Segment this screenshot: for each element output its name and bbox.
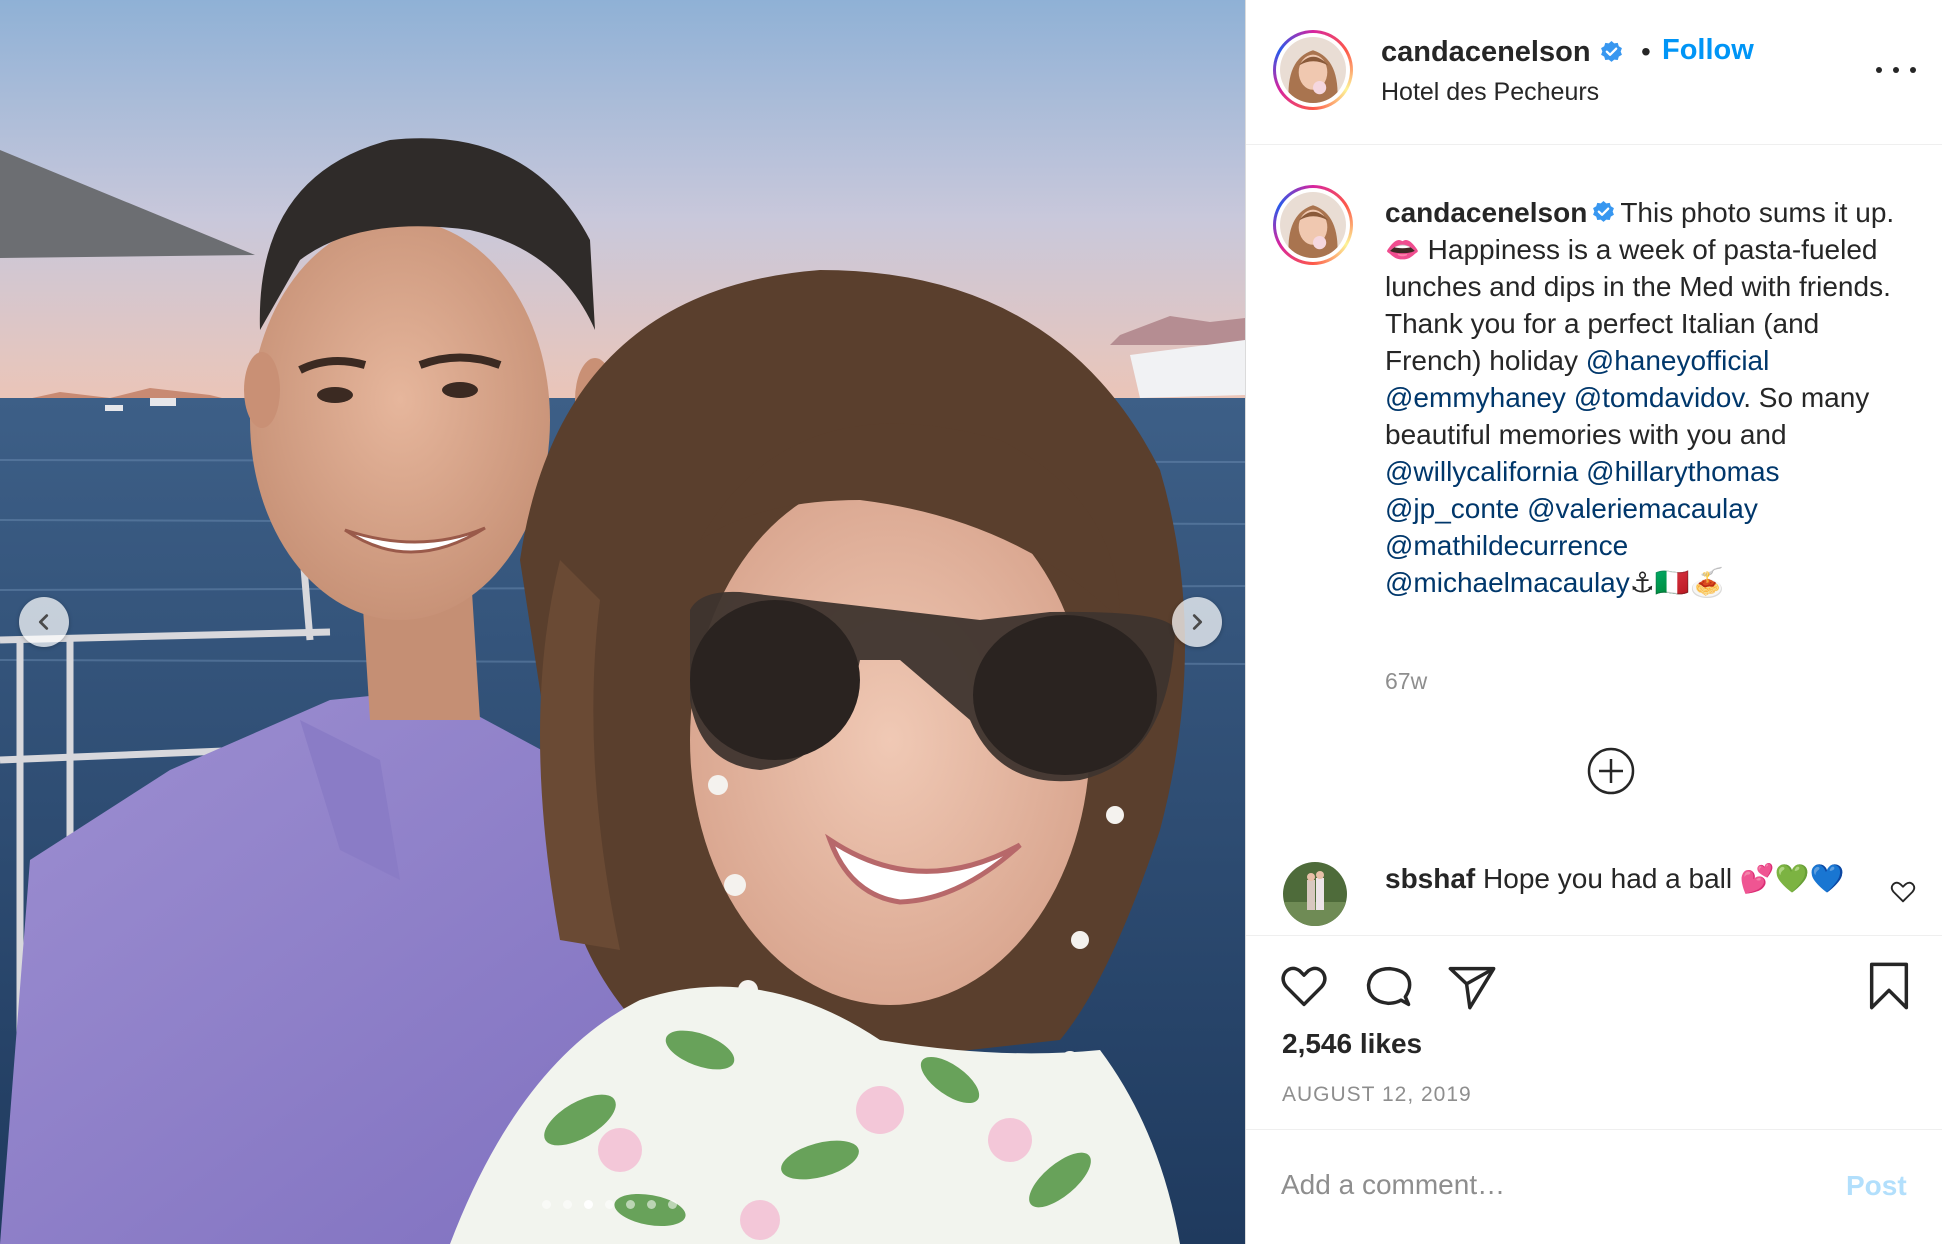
post-caption: candacenelson This photo sums it up. 👄 H…: [1385, 194, 1905, 601]
comment: sbshaf Hope you had a ball 💕💚💙: [1385, 862, 1844, 895]
likes-count[interactable]: 2,546 likes: [1282, 1028, 1422, 1060]
commenter-username[interactable]: sbshaf: [1385, 863, 1475, 894]
like-button[interactable]: [1278, 960, 1330, 1012]
comment-input[interactable]: [1281, 1160, 1801, 1210]
share-button[interactable]: [1446, 960, 1498, 1012]
post-media[interactable]: [0, 0, 1245, 1244]
separator-dot: •: [1641, 36, 1651, 67]
comment-button[interactable]: [1362, 960, 1414, 1012]
comment-text: Hope you had a ball 💕💚💙: [1483, 863, 1845, 894]
author-avatar[interactable]: [1273, 30, 1353, 110]
carousel-prev-button[interactable]: [19, 597, 69, 647]
carousel-dot: [668, 1200, 677, 1209]
mention-link[interactable]: @mathildecurrence: [1385, 530, 1628, 561]
post-header: candacenelson • Follow Hotel des Pecheur…: [1246, 0, 1942, 145]
verified-badge-icon: [1593, 201, 1615, 222]
post-actions: 2,546 likes AUGUST 12, 2019: [1246, 935, 1942, 1129]
carousel-dot-active: [584, 1200, 593, 1209]
chevron-right-icon: [1192, 614, 1203, 630]
mention-link[interactable]: @valeriemacaulay: [1527, 493, 1758, 524]
mention-link[interactable]: @haneyofficial: [1586, 345, 1770, 376]
caption-emoji: 👄: [1385, 234, 1420, 265]
carousel-next-button[interactable]: [1172, 597, 1222, 647]
heart-icon[interactable]: [1889, 878, 1917, 906]
author-username-row: candacenelson: [1381, 36, 1624, 69]
author-username[interactable]: candacenelson: [1381, 36, 1591, 69]
more-options-icon[interactable]: [1876, 58, 1916, 82]
post-location[interactable]: Hotel des Pecheurs: [1381, 78, 1599, 107]
carousel-dot: [563, 1200, 572, 1209]
post-comment-button[interactable]: Post: [1846, 1170, 1907, 1202]
post-photo: [0, 0, 1245, 1244]
post-date: AUGUST 12, 2019: [1282, 1083, 1472, 1106]
caption-text: This photo sums it up.: [1620, 197, 1895, 228]
mention-link[interactable]: @emmyhaney: [1385, 382, 1566, 413]
mention-link[interactable]: @tomdavidov: [1574, 382, 1744, 413]
post-sidebar: candacenelson • Follow Hotel des Pecheur…: [1245, 0, 1942, 1244]
carousel-dot: [605, 1200, 614, 1209]
mention-link[interactable]: @willycalifornia: [1385, 456, 1578, 487]
chevron-left-icon: [38, 614, 49, 630]
commenter-avatar[interactable]: [1283, 862, 1347, 926]
carousel-dot: [647, 1200, 656, 1209]
plus-circle-icon[interactable]: [1586, 746, 1636, 796]
mention-link[interactable]: @jp_conte: [1385, 493, 1519, 524]
mention-link[interactable]: @michaelmacaulay: [1385, 567, 1630, 598]
carousel-dot: [626, 1200, 635, 1209]
save-button[interactable]: [1863, 960, 1915, 1012]
mention-link[interactable]: @hillarythomas: [1586, 456, 1779, 487]
caption-avatar-image: [1280, 192, 1346, 258]
author-avatar-image: [1280, 37, 1346, 103]
caption-username[interactable]: candacenelson: [1385, 197, 1587, 228]
verified-badge-icon: [1600, 41, 1622, 62]
follow-button[interactable]: Follow: [1662, 34, 1754, 67]
commenter-avatar-image: [1283, 862, 1347, 926]
add-comment-bar: Post: [1246, 1129, 1942, 1244]
carousel-indicator: [542, 1200, 677, 1209]
caption-emoji: ⚓🇮🇹🍝: [1629, 567, 1725, 598]
caption-timestamp[interactable]: 67w: [1385, 668, 1427, 695]
caption-author-avatar[interactable]: [1273, 185, 1353, 265]
carousel-dot: [542, 1200, 551, 1209]
